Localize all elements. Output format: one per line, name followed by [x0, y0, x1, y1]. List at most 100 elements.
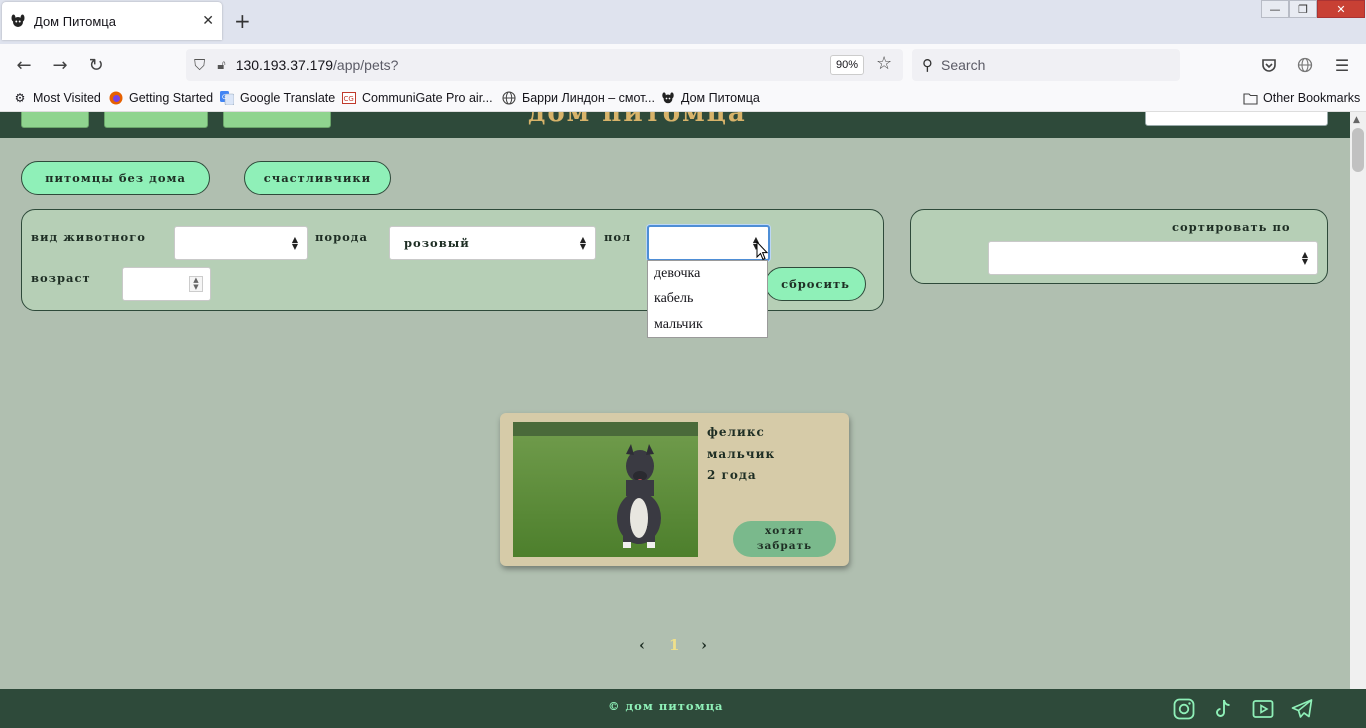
url-text[interactable]: 130.193.37.179/app/pets? [236, 57, 399, 73]
zoom-level-badge[interactable]: 90% [830, 55, 864, 75]
bookmark-getting-started[interactable]: Getting Started [108, 90, 213, 106]
browser-nav-bar: ← → ↻ ⛉ 🔓︎ 130.193.37.179/app/pets? 90% … [0, 44, 1366, 86]
search-placeholder: Search [941, 57, 986, 73]
want-to-adopt-button[interactable]: хотят забрать [733, 521, 836, 557]
bookmark-google-translate[interactable]: G Google Translate [219, 90, 335, 106]
bookmark-label: Дом Питомца [681, 91, 760, 105]
bookmark-label: Барри Линдон – смот... [522, 91, 655, 105]
header-search-input[interactable] [1145, 112, 1328, 126]
search-input[interactable]: ⚲ Search [912, 49, 1180, 81]
scrollbar-thumb[interactable] [1352, 128, 1364, 172]
select-arrows-icon: ▲ ▼ [291, 234, 299, 251]
bookmark-label: Most Visited [33, 91, 101, 105]
url-path: /app/pets? [333, 57, 399, 73]
gender-label: пол [604, 230, 632, 244]
pet-gender: мальчик [707, 446, 776, 461]
select-arrows-icon: ▲ ▼ [1301, 249, 1309, 266]
pet-age: 2 года [707, 468, 757, 482]
bookmark-most-visited[interactable]: ⚙ Most Visited [12, 90, 101, 106]
telegram-icon[interactable] [1290, 697, 1314, 721]
age-label: возраст [31, 271, 91, 285]
bookmark-label: Other Bookmarks [1263, 91, 1361, 105]
globe-icon [501, 90, 517, 106]
search-icon: ⚲ [922, 56, 933, 74]
breed-select[interactable]: розовый ▲ ▼ [389, 226, 596, 260]
scroll-up-icon[interactable]: ▲ [1353, 115, 1360, 125]
pagination-next-button[interactable]: › [701, 636, 707, 654]
window-restore-button[interactable]: ❐ [1289, 0, 1317, 18]
select-arrows-icon: ▲ ▼ [579, 234, 587, 251]
header-nav-button[interactable] [104, 112, 208, 128]
sort-select[interactable]: ▲ ▼ [988, 241, 1318, 275]
shield-icon[interactable]: ⛉ [194, 56, 205, 74]
site-header: дом питомца [0, 112, 1350, 138]
species-label: вид животного [31, 230, 146, 244]
tab-close-icon[interactable]: ✕ [202, 13, 214, 29]
page-scrollbar[interactable]: ▲ [1350, 112, 1366, 689]
bookmark-label: Getting Started [129, 91, 214, 105]
breed-label: порода [315, 230, 368, 244]
bookmarks-bar: ⚙ Most Visited Getting Started G Google Tr… [0, 86, 1366, 112]
pocket-icon[interactable] [1258, 54, 1280, 76]
bookmark-barry-lyndon[interactable]: Барри Линдон – смот... [501, 90, 655, 106]
footer-copyright: © дом питомца [608, 699, 724, 713]
browser-tab[interactable]: Дом Питомца ✕ [2, 2, 222, 40]
folder-icon [1242, 90, 1258, 106]
dog-favicon-icon [660, 90, 676, 106]
gender-dropdown-list: девочка кабель мальчик [647, 260, 768, 338]
dog-favicon-icon [10, 13, 26, 29]
want-button-line2: забрать [756, 540, 813, 552]
insecure-lock-icon[interactable]: 🔓︎ [217, 58, 225, 73]
google-translate-icon: G [219, 90, 235, 106]
number-spinner-icon[interactable]: ▲ ▼ [189, 276, 203, 292]
menu-icon[interactable]: ☰ [1331, 54, 1353, 76]
url-host: 130.193.37.179 [235, 57, 334, 73]
browser-tab-bar: Дом Питомца ✕ + — ❐ ✕ [0, 0, 1366, 44]
tab-homeless-pets[interactable]: питомцы без дома [21, 161, 210, 195]
url-bar[interactable]: ⛉ 🔓︎ 130.193.37.179/app/pets? 90% ☆ [186, 49, 903, 81]
svg-text:CG: CG [344, 95, 354, 103]
pet-info: феликс мальчик 2 года [707, 422, 775, 487]
pagination-current-page[interactable]: 1 [669, 636, 679, 654]
instagram-icon[interactable] [1172, 697, 1196, 721]
species-select[interactable]: ▲ ▼ [174, 226, 308, 260]
svg-text:G: G [222, 94, 227, 101]
firefox-icon [108, 90, 124, 106]
back-arrow-icon[interactable]: ← [12, 54, 36, 76]
tiktok-icon[interactable] [1211, 697, 1235, 721]
window-close-button[interactable]: ✕ [1317, 0, 1365, 18]
want-button-line1: хотят [764, 525, 805, 537]
bookmark-label: Google Translate [240, 91, 336, 105]
mouse-cursor-icon [756, 241, 768, 261]
globe-icon[interactable] [1294, 54, 1316, 76]
header-nav-button[interactable] [223, 112, 331, 128]
bookmark-label: CommuniGate Pro air... [362, 91, 493, 105]
forward-arrow-icon[interactable]: → [48, 54, 72, 76]
gear-icon: ⚙ [14, 91, 26, 105]
pagination-prev-button[interactable]: ‹ [639, 636, 645, 654]
pet-photo[interactable] [513, 422, 698, 557]
bookmark-star-icon[interactable]: ☆ [876, 53, 892, 74]
pet-card[interactable]: феликс мальчик 2 года хотят забрать [500, 413, 849, 566]
window-minimize-button[interactable]: — [1261, 0, 1289, 18]
gender-option[interactable]: девочка [648, 261, 767, 287]
age-input[interactable]: ▲ ▼ [122, 267, 211, 301]
pet-name: феликс [707, 425, 765, 439]
tab-title: Дом Питомца [34, 13, 116, 29]
communigate-icon: CG [341, 90, 357, 106]
tab-lucky-pets[interactable]: счастливчики [244, 161, 391, 195]
header-nav-button[interactable] [21, 112, 89, 128]
new-tab-button[interactable]: + [234, 9, 251, 33]
other-bookmarks[interactable]: Other Bookmarks [1242, 90, 1360, 106]
gender-option[interactable]: кабель [648, 287, 767, 313]
bookmark-dom-pitomtsa[interactable]: Дом Питомца [660, 90, 760, 106]
sort-label: сортировать по [1172, 220, 1291, 234]
reset-button[interactable]: сбросить [765, 267, 866, 301]
youtube-icon[interactable] [1251, 697, 1275, 721]
bookmark-communigate[interactable]: CG CommuniGate Pro air... [341, 90, 493, 106]
reload-icon[interactable]: ↻ [84, 54, 108, 76]
site-footer: © дом питомца [0, 689, 1366, 728]
breed-select-value: розовый [404, 236, 470, 250]
gender-option[interactable]: мальчик [648, 312, 767, 338]
gender-select[interactable]: ▲ ▼ [647, 225, 770, 261]
